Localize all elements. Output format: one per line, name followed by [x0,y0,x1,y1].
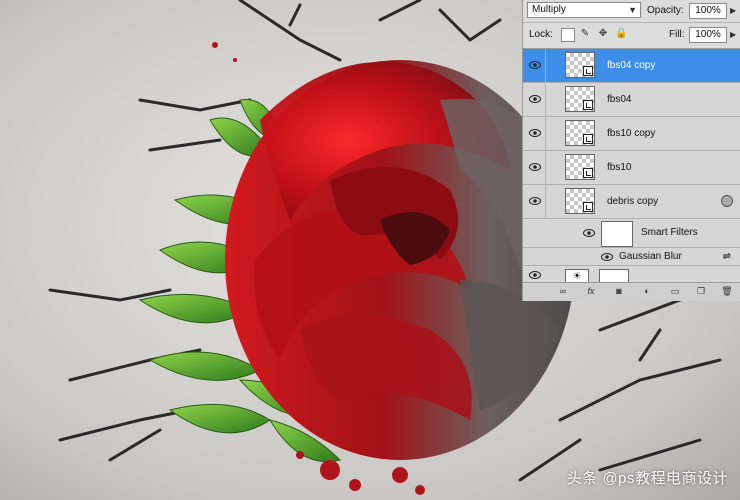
eye-icon [529,197,541,205]
layer-thumbnail[interactable] [565,52,595,78]
fill-input[interactable]: 100% [689,27,727,43]
blend-mode-value: Multiply [532,4,566,15]
layer-name[interactable]: debris copy [607,185,658,218]
lock-all-padlock-icon[interactable]: 🔒 [615,28,627,40]
smart-filters-row[interactable]: Smart Filters [523,219,740,248]
layer-row-partial[interactable]: ☀ [523,266,740,283]
smart-object-badge-icon [583,100,593,110]
lock-transparent-pixels-icon[interactable] [561,28,575,42]
layer-name[interactable]: fbs10 copy [607,117,655,150]
add-layer-style-fx-icon[interactable]: fx [585,285,597,297]
gaussian-blur-label: Gaussian Blur [619,251,682,262]
layer-row-fbs04-copy[interactable]: fbs04 copy [523,49,740,83]
smart-object-badge-icon [583,202,593,212]
new-layer-icon[interactable]: ❐ [695,285,707,297]
filter-mask-thumbnail[interactable] [601,221,633,247]
layer-name[interactable]: fbs04 copy [607,49,655,82]
visibility-toggle[interactable] [523,151,546,184]
visibility-toggle[interactable] [523,117,546,150]
lock-label: Lock: [529,29,553,40]
filter-blending-options-icon[interactable]: ⇌ [723,249,731,264]
layer-row-fbs10[interactable]: fbs10 [523,151,740,185]
adjustment-layer-icon: ☀ [565,269,589,282]
layer-thumbnail[interactable] [565,86,595,112]
layer-row-fbs10-copy[interactable]: fbs10 copy [523,117,740,151]
blend-opacity-row: Multiply ▼ Opacity: 100% ▶ [523,0,740,23]
eye-icon [529,95,541,103]
lock-image-pixels-brush-icon[interactable]: ✎ [579,28,591,40]
eye-icon [529,129,541,137]
smart-object-badge-icon [583,134,593,144]
lock-position-move-icon[interactable]: ✥ [597,28,609,40]
eye-icon [529,61,541,69]
eye-icon[interactable] [601,252,613,262]
smart-object-badge-icon [583,66,593,76]
blend-mode-dropdown[interactable]: Multiply ▼ [527,2,641,18]
layers-bottom-toolbar: ∞ fx ◙ ◐ ▭ ❐ 🗑 [523,282,740,301]
gaussian-blur-row[interactable]: Gaussian Blur ⇌ [523,248,740,266]
visibility-toggle[interactable] [523,83,546,116]
eye-icon [529,163,541,171]
fill-label: Fill: [669,29,685,40]
eye-icon [529,271,541,279]
delete-layer-trash-icon[interactable]: 🗑 [721,285,733,297]
layer-name[interactable]: fbs04 [607,83,631,116]
chevron-down-icon: ▼ [628,5,637,15]
opacity-label: Opacity: [647,5,684,16]
fill-slider-arrow-icon[interactable]: ▶ [730,27,736,43]
smart-object-badge-icon [583,168,593,178]
layer-thumbnail[interactable] [565,120,595,146]
layers-panel: Multiply ▼ Opacity: 100% ▶ Lock: ✎ ✥ 🔒 F… [522,0,740,301]
visibility-toggle[interactable] [523,49,546,82]
lock-fill-row: Lock: ✎ ✥ 🔒 Fill: 100% ▶ [523,23,740,49]
smart-filter-options-icon[interactable] [721,195,733,207]
layer-thumbnail[interactable] [565,188,595,214]
layer-name[interactable]: fbs10 [607,151,631,184]
new-group-folder-icon[interactable]: ▭ [669,285,681,297]
layer-thumbnail[interactable] [565,154,595,180]
visibility-toggle[interactable] [523,185,546,218]
eye-icon[interactable] [583,228,595,238]
opacity-slider-arrow-icon[interactable]: ▶ [730,3,736,19]
watermark-text: 头条 @ps教程电商设计 [566,470,728,487]
smart-filters-label: Smart Filters [641,227,698,238]
layer-mask-thumbnail[interactable] [599,269,629,282]
layer-row-debris-copy[interactable]: debris copy [523,185,740,219]
link-layers-icon[interactable]: ∞ [557,285,569,297]
layer-row-fbs04[interactable]: fbs04 [523,83,740,117]
add-layer-mask-icon[interactable]: ◙ [613,285,625,297]
opacity-input[interactable]: 100% [689,3,727,19]
new-adjustment-layer-icon[interactable]: ◐ [641,285,653,297]
